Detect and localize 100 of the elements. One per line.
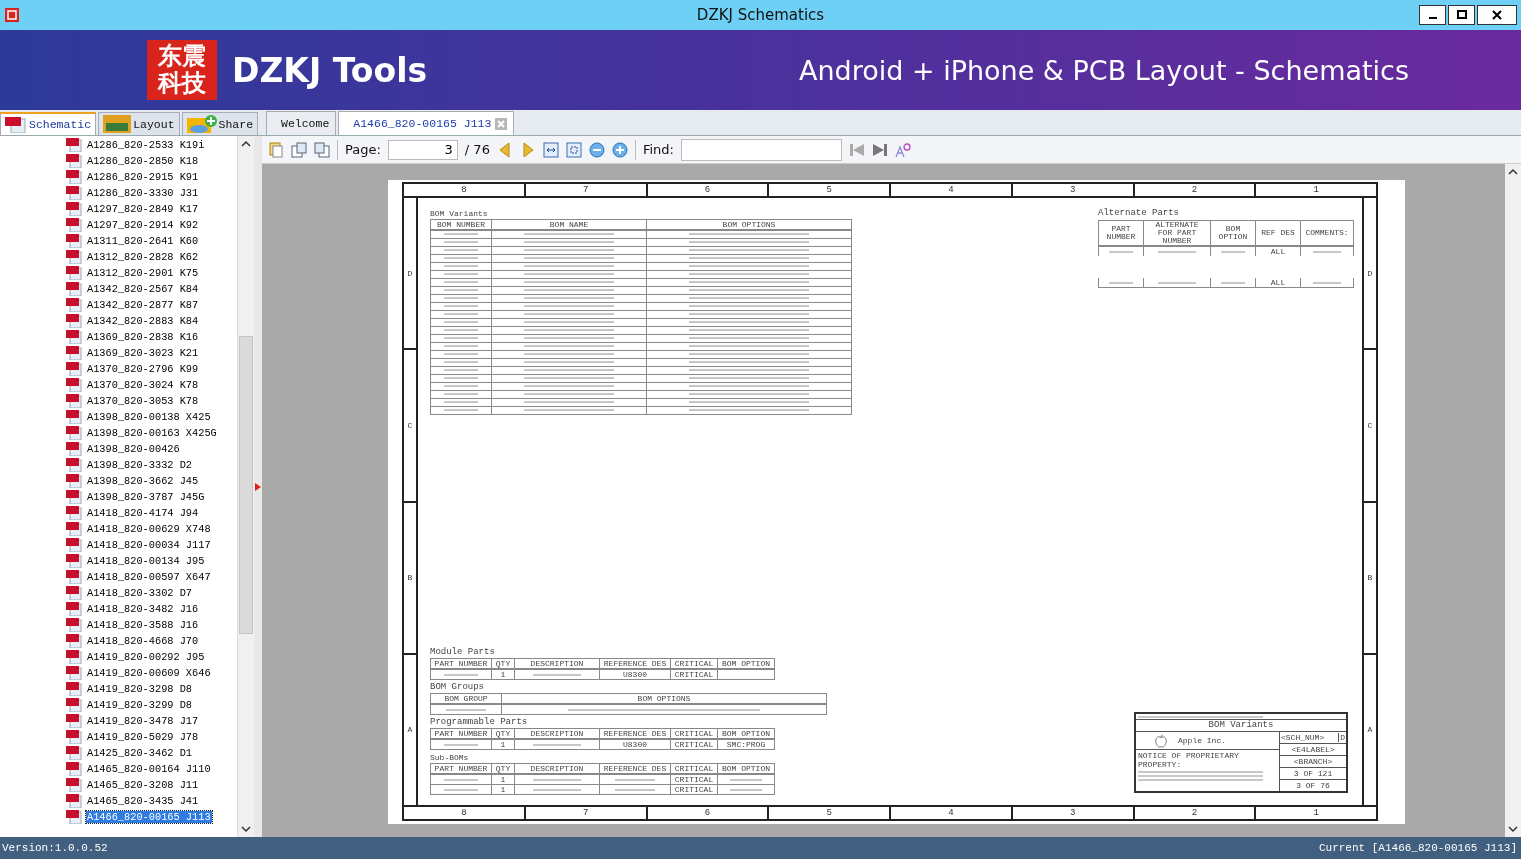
tree-item[interactable]: A1418_820-3588 J16: [86, 619, 200, 631]
tree-item[interactable]: A1418_820-3302 D7: [86, 587, 194, 599]
tree-item[interactable]: A1342_820-2877 K87: [86, 299, 200, 311]
side-tab[interactable]: Layout: [98, 112, 180, 135]
column-header: BOM OPTION: [1210, 220, 1256, 246]
tree-item[interactable]: A1342_820-2567 K84: [86, 283, 200, 295]
tree-item[interactable]: A1419_820-00292 J95: [86, 651, 206, 663]
splitter-handle[interactable]: [254, 136, 262, 837]
tree-item[interactable]: A1369_820-2838 K16: [86, 331, 200, 343]
zone-number: 6: [647, 807, 770, 819]
tree-item[interactable]: A1418_820-4174 J94: [86, 507, 200, 519]
copy-icon[interactable]: [268, 141, 284, 158]
illegible-text: [1158, 281, 1196, 284]
scrollbar[interactable]: [1505, 164, 1521, 837]
scrollbar[interactable]: [237, 136, 254, 837]
tree-item[interactable]: A1419_820-3478 J17: [86, 715, 200, 727]
tree-item[interactable]: A1398_820-3662 J45: [86, 475, 200, 487]
tree-item[interactable]: A1418_820-00629 X748: [86, 523, 212, 535]
zone-number: 6: [647, 184, 770, 196]
illegible-text: [615, 788, 655, 791]
zone-letter: B: [404, 502, 416, 655]
page-forward-icon[interactable]: [291, 141, 307, 158]
tree-item[interactable]: A1419_820-00609 X646: [86, 667, 212, 679]
tree-item[interactable]: A1465_820-00164 J110: [86, 763, 212, 775]
pdf-file-icon: [66, 762, 82, 776]
column-header: CRITICAL: [670, 658, 718, 669]
tree-item[interactable]: A1418_820-00597 X647: [86, 571, 212, 583]
tree-item[interactable]: A1370_820-2796 K99: [86, 363, 200, 375]
document-tab[interactable]: A1466_820-00165 J113: [338, 111, 515, 135]
tree-item[interactable]: A1419_820-3298 D8: [86, 683, 194, 695]
illegible-text: [444, 265, 478, 268]
page-back-icon[interactable]: [314, 141, 330, 158]
tree-item[interactable]: A1342_820-2883 K84: [86, 315, 200, 327]
current-file-text: Current [A1466_820-00165 J113]: [1318, 842, 1517, 854]
fit-width-icon[interactable]: [542, 141, 559, 158]
font-icon[interactable]: [894, 141, 911, 158]
zone-number: 7: [525, 184, 648, 196]
zone-letter: D: [404, 198, 416, 351]
tree-item[interactable]: A1286_820-2533 K19i: [86, 139, 206, 151]
illegible-text: [1109, 250, 1133, 253]
tree-item[interactable]: A1370_820-3024 K78: [86, 379, 200, 391]
tree-item[interactable]: A1419_820-5029 J78: [86, 731, 200, 743]
column-header: BOM OPTION: [717, 763, 775, 774]
column-header: COMMENTS:: [1300, 220, 1354, 246]
pdf-file-icon: [66, 314, 82, 328]
side-tab[interactable]: Share: [181, 112, 259, 135]
fit-page-icon[interactable]: [565, 141, 582, 158]
tree-item[interactable]: A1311_820-2641 K60: [86, 235, 200, 247]
tree-item[interactable]: A1286_820-3330 J31: [86, 187, 200, 199]
tree-item[interactable]: A1312_820-2901 K75: [86, 267, 200, 279]
tree-item[interactable]: A1418_820-00134 J95: [86, 555, 206, 567]
pdf-file-icon: [66, 746, 82, 760]
find-next-icon[interactable]: [871, 141, 888, 158]
tree-item[interactable]: A1465_820-3435 J41: [86, 795, 200, 807]
column-header: REFERENCE DES: [599, 658, 671, 669]
illegible-text: [444, 241, 478, 244]
side-tab[interactable]: Schematic: [0, 112, 97, 135]
minimize-button[interactable]: [1419, 5, 1446, 25]
tree-item[interactable]: A1286_820-2915 K91: [86, 171, 200, 183]
zone-number: 1: [1312, 807, 1320, 819]
page-field[interactable]: 3: [387, 139, 458, 160]
maximize-button[interactable]: [1448, 5, 1475, 25]
tree-item[interactable]: A1418_820-00034 J117: [86, 539, 212, 551]
tree-item[interactable]: A1369_820-3023 K21: [86, 347, 200, 359]
zoom-out-icon[interactable]: [588, 141, 605, 158]
tree-item[interactable]: A1297_820-2914 K92: [86, 219, 200, 231]
tree-item[interactable]: A1398_820-00426: [86, 443, 181, 455]
tree-item[interactable]: A1312_820-2828 K62: [86, 251, 200, 263]
pads-icon: [103, 115, 132, 133]
find-field[interactable]: [680, 138, 842, 161]
illegible-text: [444, 673, 478, 676]
tree-item[interactable]: A1286_820-2850 K18: [86, 155, 200, 167]
pdf-file-icon: [66, 346, 82, 360]
find-previous-icon[interactable]: [848, 141, 865, 158]
tree-item[interactable]: A1419_820-3299 D8: [86, 699, 194, 711]
tree-item[interactable]: A1370_820-3053 K78: [86, 395, 200, 407]
zone-letter: B: [1364, 502, 1376, 655]
illegible-text: [444, 313, 478, 316]
tree-item[interactable]: A1398_820-00138 X425: [86, 411, 212, 423]
pdf-file-icon: [66, 394, 82, 408]
zone-number: 8: [404, 184, 526, 196]
tree-item[interactable]: A1398_820-3787 J45G: [86, 491, 206, 503]
illegible-text: [533, 673, 581, 676]
tree-item[interactable]: A1425_820-3462 D1: [86, 747, 194, 759]
document-tab[interactable]: Welcome: [266, 111, 337, 135]
illegible-text: [444, 305, 478, 308]
close-button[interactable]: [1477, 5, 1517, 25]
illegible-text: [444, 743, 478, 746]
pdf-file-icon: [66, 330, 82, 344]
tree-item[interactable]: A1398_820-3332 D2: [86, 459, 194, 471]
tree-item[interactable]: A1465_820-3208 J11: [86, 779, 200, 791]
pdf-file-icon: [66, 698, 82, 712]
tree-item[interactable]: A1297_820-2849 K17: [86, 203, 200, 215]
tree-item[interactable]: A1466_820-00165 J113: [86, 811, 212, 823]
tree-item[interactable]: A1398_820-00163 X425G: [86, 427, 218, 439]
tree-item[interactable]: A1418_820-3482 J16: [86, 603, 200, 615]
illegible-text: [1221, 281, 1245, 284]
column-header: PART NUMBER: [430, 763, 492, 774]
zoom-in-icon[interactable]: [611, 141, 628, 158]
tree-item[interactable]: A1418_820-4668 J70: [86, 635, 200, 647]
